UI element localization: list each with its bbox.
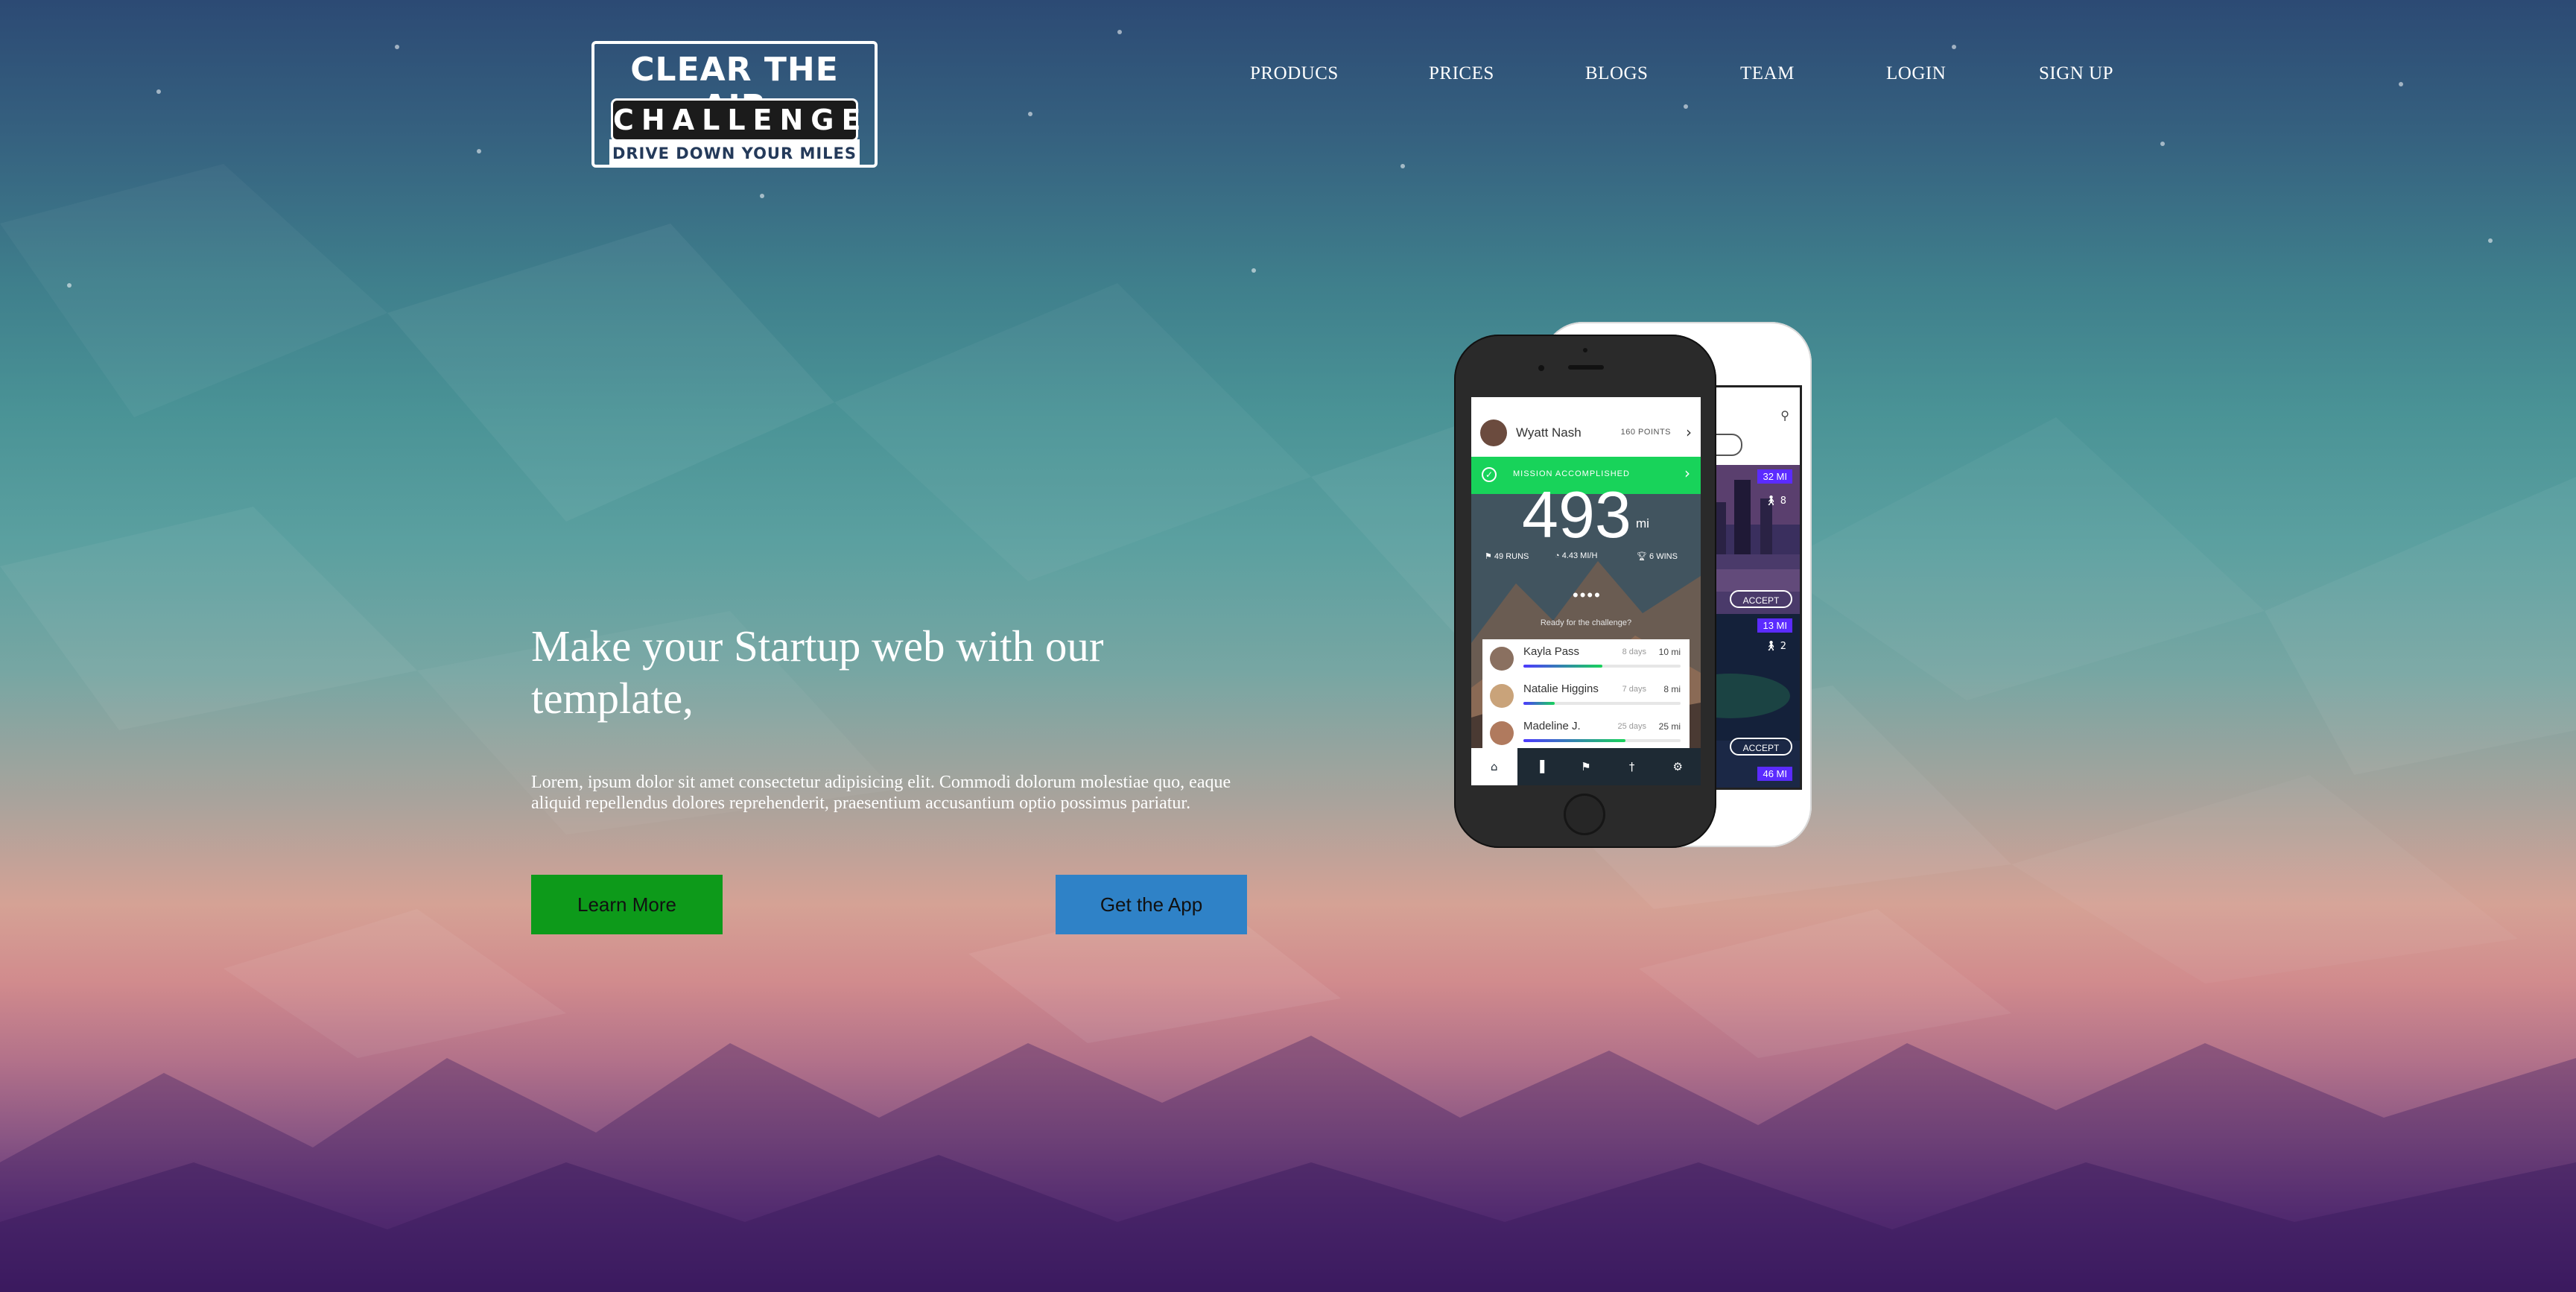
nav-signup[interactable]: SIGN UP [2039,63,2113,84]
nav-products[interactable]: PRODUCS [1250,63,1339,84]
phone-front-screen: Wyatt Nash 160 POINTS › ✓ MISSION ACCOMP… [1471,397,1701,785]
phone-camera [1538,365,1544,371]
progress-fill [1523,702,1555,705]
main-nav: PRODUCS PRICES BLOGS TEAM LOGIN SIGN UP [1207,63,2138,93]
nav-blogs[interactable]: BLOGS [1585,63,1648,84]
logo-challenge: CHALLENGE [611,98,860,142]
progress-fill [1523,739,1626,742]
pager-dots: •••• [1573,586,1602,604]
gear-icon[interactable]: ⚙ [1655,748,1701,785]
avatar [1480,419,1507,446]
chevron-right-icon: › [1684,464,1690,482]
search-icon: ⚲ [1780,408,1789,422]
stats-row: ⚑ 49 RUNS ◔ 4.43 MI/H 🏆︎ 6 WINS [1471,551,1701,566]
nav-login[interactable]: LOGIN [1886,63,1946,84]
accept-button[interactable]: ACCEPT [1730,738,1792,756]
chart-icon[interactable]: ▐ [1517,748,1564,785]
hero-description: Lorem, ipsum dolor sit amet consectetur … [531,773,1231,813]
phone-speaker [1568,365,1604,370]
home-icon[interactable]: ⌂ [1471,748,1517,785]
check-icon: ✓ [1482,467,1497,482]
distance-value: 493 [1522,478,1631,551]
list-item[interactable]: Natalie Higgins 7 days 8 mi [1482,677,1690,714]
avatar [1490,721,1514,745]
runs-stat: ⚑ 49 RUNS [1485,552,1529,561]
back-challenge-1-count: 🚶︎ 8 [1765,495,1786,507]
user-points: 160 POINTS [1620,428,1671,437]
learn-more-button[interactable]: Learn More [531,875,723,934]
user-name: Wyatt Nash [1516,425,1582,440]
profile-header[interactable]: Wyatt Nash 160 POINTS › [1471,397,1701,457]
avatar [1490,684,1514,708]
list-item[interactable]: Madeline J. 25 days 25 mi [1482,714,1690,751]
leaderboard-list: Kayla Pass 8 days 10 mi Natalie Higgins … [1482,639,1690,751]
hero-title: Make your Startup web with our template, [531,621,1104,723]
phone-sensor [1583,348,1587,352]
background-facets [0,164,2576,1292]
bottom-tab-bar: ⌂ ▐ ⚑ † ⚙ [1471,748,1701,785]
progress-bar [1523,665,1681,668]
avatar [1490,647,1514,671]
nav-prices[interactable]: PRICES [1429,63,1494,84]
nav-team[interactable]: TEAM [1740,63,1795,84]
back-challenge-2-count: 🚶︎ 2 [1765,641,1786,652]
list-item[interactable]: Kayla Pass 8 days 10 mi [1482,639,1690,677]
chevron-right-icon: › [1686,423,1692,441]
progress-fill [1523,665,1602,668]
phone-home-button [1564,794,1605,835]
flag-icon[interactable]: ⚑ [1563,748,1609,785]
logo-tagline: DRIVE DOWN YOUR MILES [609,139,860,168]
distance-unit: mi [1636,516,1649,531]
site-logo[interactable]: CLEAR THE AIR CHALLENGE DRIVE DOWN YOUR … [591,41,878,168]
runner-icon[interactable]: † [1609,748,1655,785]
ready-text: Ready for the challenge? [1540,618,1632,627]
accept-button[interactable]: ACCEPT [1730,590,1792,608]
progress-bar [1523,702,1681,705]
get-app-button[interactable]: Get the App [1056,875,1247,934]
progress-bar [1523,739,1681,742]
pace-stat: ◔ 4.43 MI/H [1555,551,1598,560]
wins-stat: 🏆︎ 6 WINS [1637,552,1678,561]
